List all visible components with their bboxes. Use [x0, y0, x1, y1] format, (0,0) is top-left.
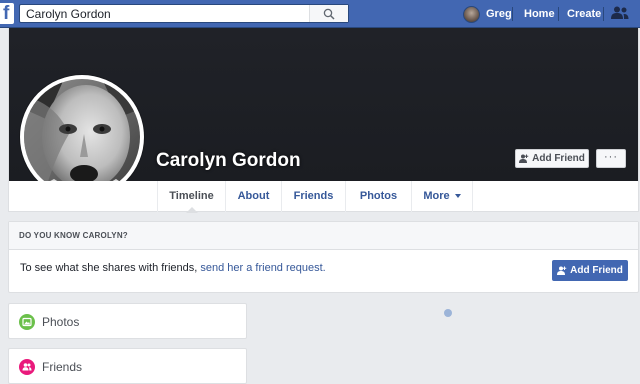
friend-requests-icon[interactable]: [611, 6, 629, 20]
search-input[interactable]: Carolyn Gordon: [26, 7, 111, 21]
tab-about[interactable]: About: [225, 181, 281, 212]
loading-indicator: [444, 309, 452, 317]
tab-label: Timeline: [169, 190, 214, 202]
tab-label: Friends: [293, 190, 334, 202]
facebook-logo[interactable]: f: [0, 3, 14, 24]
nav-profile-link[interactable]: Greg: [463, 5, 512, 23]
nav-home-link[interactable]: Home: [524, 8, 555, 20]
tab-timeline[interactable]: Timeline: [157, 181, 225, 213]
photos-card-label: Photos: [42, 315, 80, 329]
add-friend-icon: [557, 266, 567, 275]
chevron-down-icon: [454, 194, 461, 198]
nav-divider: [558, 7, 559, 21]
friend-request-message: To see what she shares with friends, sen…: [20, 262, 326, 274]
nav-divider: [512, 7, 513, 21]
tab-more[interactable]: More: [411, 181, 473, 212]
friends-icon: [19, 359, 35, 375]
timeline-navigation: Timeline About Friends Photos More: [8, 181, 639, 213]
avatar: [463, 5, 480, 23]
nav-user-name: Greg: [486, 8, 512, 20]
tab-label: Photos: [359, 190, 398, 202]
do-you-know-header: DO YOU KNOW CAROLYN?: [9, 222, 638, 250]
cover-more-button[interactable]: ···: [596, 149, 626, 168]
profile-photo-image: [24, 79, 140, 195]
tab-label: More: [423, 190, 450, 202]
send-friend-request-link[interactable]: send her a friend request.: [200, 262, 325, 274]
add-friend-label: Add Friend: [570, 265, 623, 276]
search-box[interactable]: Carolyn Gordon: [19, 4, 349, 23]
add-friend-icon: [519, 154, 529, 163]
cover-add-friend-label: Add Friend: [532, 153, 585, 164]
message-text: To see what she shares with friends,: [20, 262, 201, 274]
profile-name[interactable]: Carolyn Gordon: [156, 150, 301, 172]
facebook-logo-glyph: f: [3, 3, 10, 24]
photos-icon: [19, 314, 35, 330]
cover-add-friend-button[interactable]: Add Friend: [515, 149, 589, 168]
nav-divider: [603, 7, 604, 21]
friends-card-label: Friends: [42, 360, 83, 374]
photos-card[interactable]: Photos: [8, 303, 247, 339]
top-navigation-bar: f Carolyn Gordon Greg Home Create: [0, 0, 640, 28]
search-button[interactable]: [309, 5, 348, 22]
friends-card[interactable]: Friends: [8, 348, 247, 384]
add-friend-button[interactable]: Add Friend: [552, 260, 628, 281]
nav-create-link[interactable]: Create: [567, 8, 601, 20]
do-you-know-panel: DO YOU KNOW CAROLYN? To see what she sha…: [8, 221, 639, 293]
search-icon: [323, 8, 335, 20]
tab-friends[interactable]: Friends: [281, 181, 345, 212]
tab-label: About: [237, 190, 270, 202]
tab-photos[interactable]: Photos: [345, 181, 411, 212]
